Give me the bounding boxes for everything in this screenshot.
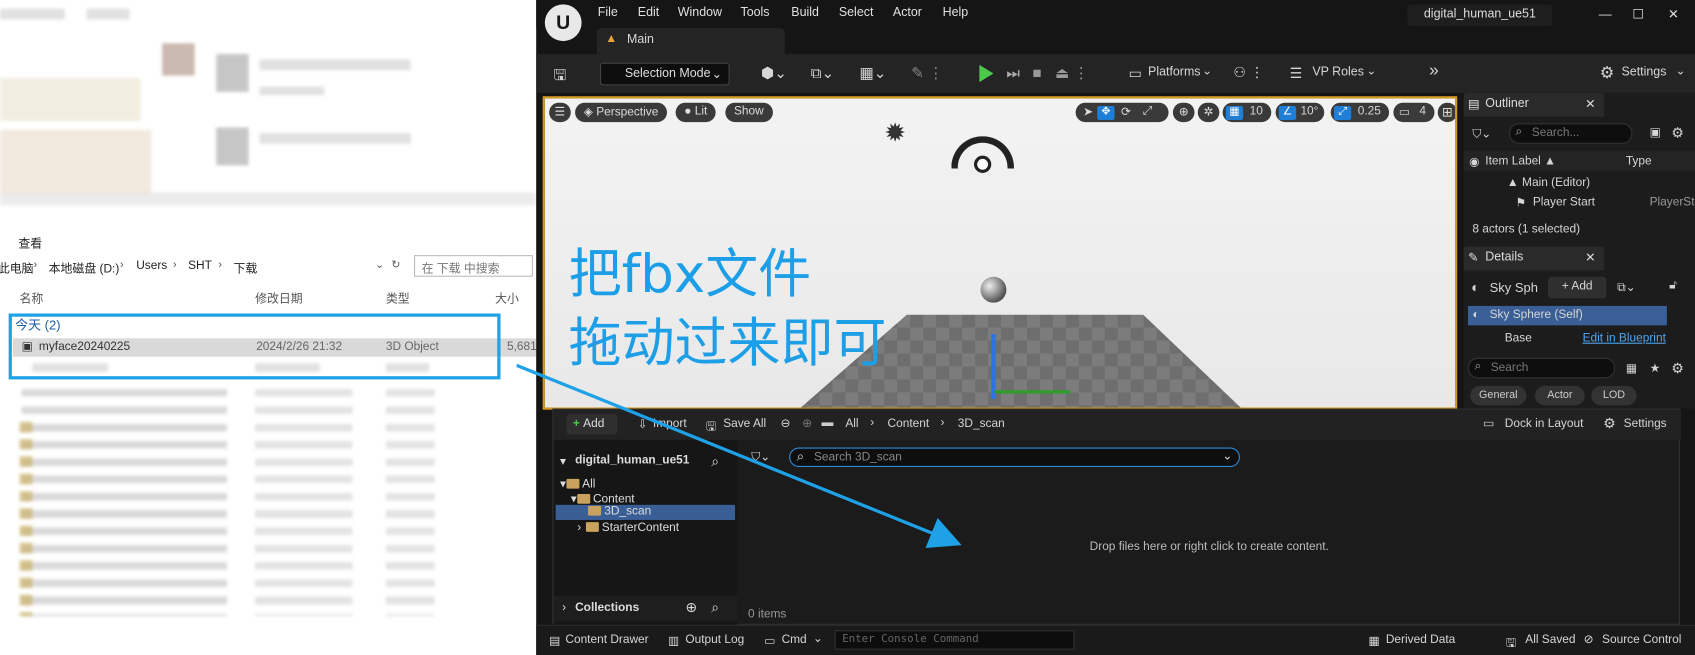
drag-arrow bbox=[516, 363, 962, 548]
